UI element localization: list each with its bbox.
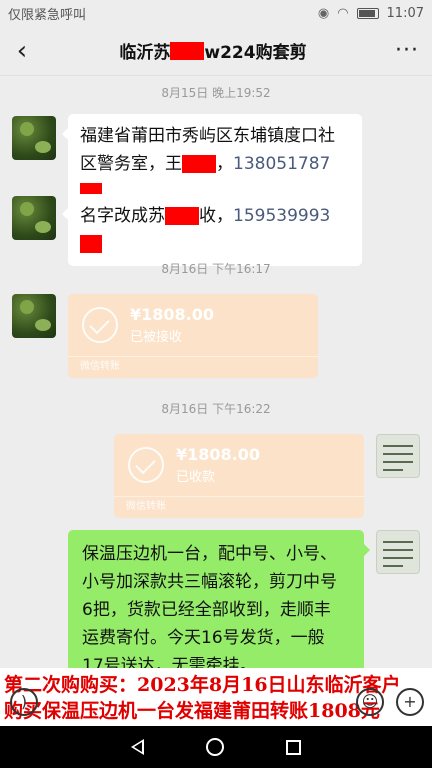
message-text: 区警务室，王	[80, 154, 182, 174]
avatar[interactable]	[376, 434, 420, 478]
carrier-text: 仅限紧急呼叫	[8, 7, 87, 23]
check-circle-icon	[82, 307, 118, 343]
avatar[interactable]	[12, 196, 56, 240]
message-text: 6把，货款已经全部收到，走顺丰	[82, 600, 331, 620]
redaction-block	[182, 155, 216, 173]
back-arrow-icon: ‹	[16, 35, 28, 66]
message-text: 小号加深款共三幅滚轮，剪刀中号	[82, 572, 337, 592]
transfer-card-received[interactable]: ¥1808.00 已被接收 微信转账	[68, 294, 318, 378]
phone-number-link[interactable]: 138051787	[233, 154, 330, 174]
system-back-icon[interactable]	[131, 739, 144, 755]
message-text: 运费寄付。今天16号发货，一般	[82, 628, 325, 648]
transfer-amount: ¥1808.00	[176, 445, 261, 464]
wifi-icon: ◠	[337, 5, 349, 21]
message-bubble-name[interactable]: 名字改成苏 收，159539993	[62, 194, 362, 266]
message-text: 保温压边机一台，配中号、小号、	[82, 544, 337, 564]
message-bubble-order-confirm[interactable]: 保温压边机一台，配中号、小号、 小号加深款共三幅滚轮，剪刀中号 6把，货款已经全…	[68, 530, 370, 690]
plus-icon[interactable]: +	[396, 688, 424, 716]
redaction-block	[170, 41, 205, 60]
timestamp: 8月16日 下午16:17	[161, 262, 271, 276]
chat-header: ‹ 临沂苏 w224购套剪 ···	[0, 26, 432, 76]
message-text: ，	[216, 154, 233, 174]
transfer-footer: 微信转账	[114, 496, 364, 518]
avatar[interactable]	[12, 294, 56, 338]
chat-title-suffix: w224购套剪	[204, 43, 307, 63]
message-list[interactable]: 8月15日 晚上19:52 福建省莆田市秀屿区东埔镇度口社 区警务室，王 ，138…	[0, 76, 432, 726]
more-dots-icon: ···	[395, 38, 419, 63]
avatar[interactable]	[12, 116, 56, 160]
transfer-footer: 微信转账	[68, 356, 318, 378]
emoji-icon[interactable]: ☺	[356, 688, 384, 716]
transfer-status: 已收款	[176, 470, 216, 485]
eye-icon: ◉	[317, 5, 330, 21]
transfer-status: 已被接收	[130, 330, 183, 345]
system-nav-bar	[0, 726, 432, 768]
transfer-amount: ¥1808.00	[130, 305, 215, 324]
avatar[interactable]	[376, 530, 420, 574]
status-time: 11:07	[386, 5, 424, 21]
timestamp: 8月15日 晚上19:52	[161, 86, 271, 100]
timestamp: 8月16日 下午16:22	[161, 402, 271, 416]
redaction-block	[80, 235, 102, 253]
system-home-icon[interactable]	[206, 738, 224, 756]
status-icons: ◉ ◠ 11:07	[318, 6, 424, 21]
battery-icon	[356, 7, 379, 19]
back-button[interactable]: ‹	[0, 26, 44, 76]
phone-number-link[interactable]: 159539993	[233, 206, 330, 226]
chat-title-prefix: 临沂苏	[119, 43, 171, 63]
transfer-card-collected[interactable]: ¥1808.00 已收款 微信转账	[114, 434, 364, 518]
message-text: 福建省莆田市秀屿区东埔镇度口社	[80, 126, 335, 146]
redaction-block	[165, 207, 199, 225]
chat-title: 临沂苏 w224购套剪	[44, 38, 382, 63]
message-text: 名字改成苏	[80, 206, 165, 226]
voice-icon[interactable]: )	[10, 688, 38, 716]
more-button[interactable]: ···	[382, 38, 432, 63]
check-circle-icon	[128, 447, 164, 483]
system-recents-icon[interactable]	[286, 739, 301, 755]
status-bar: 仅限紧急呼叫 ◉ ◠ 11:07	[0, 0, 432, 26]
message-text: 收，	[199, 206, 233, 226]
